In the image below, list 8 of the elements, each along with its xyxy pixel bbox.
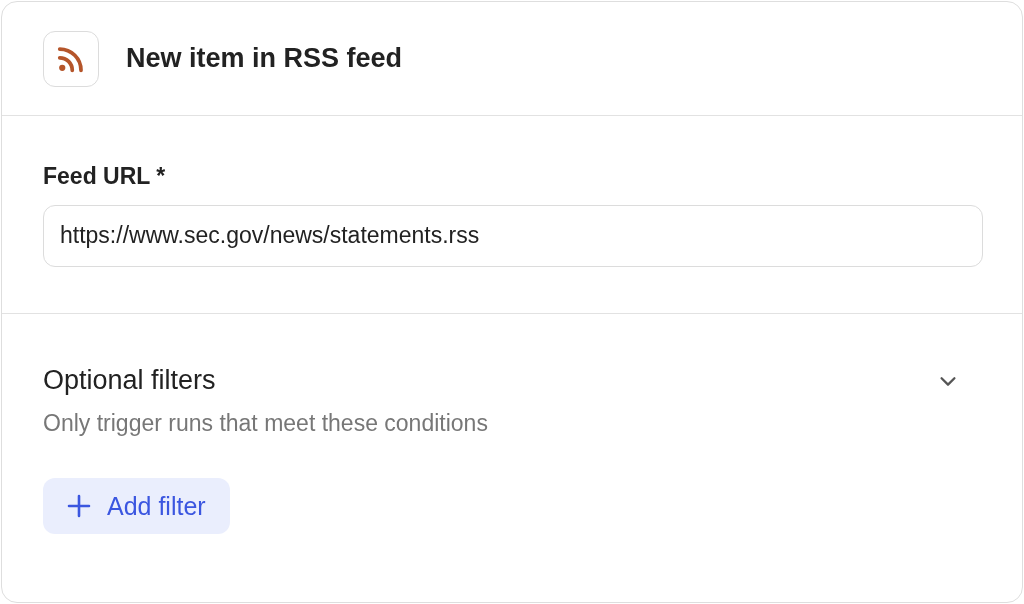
plus-icon <box>67 494 91 519</box>
add-filter-button[interactable]: Add filter <box>43 478 230 535</box>
trigger-title: New item in RSS feed <box>126 42 403 76</box>
rss-icon <box>43 30 99 87</box>
field-label: Feed URL * <box>43 162 166 191</box>
feed-url-field[interactable]: https://www.sec.gov/news/statements.rss <box>43 204 983 267</box>
section-title: Optional filters <box>43 364 216 397</box>
section-subtitle: Only trigger runs that meet these conditions <box>43 408 488 438</box>
